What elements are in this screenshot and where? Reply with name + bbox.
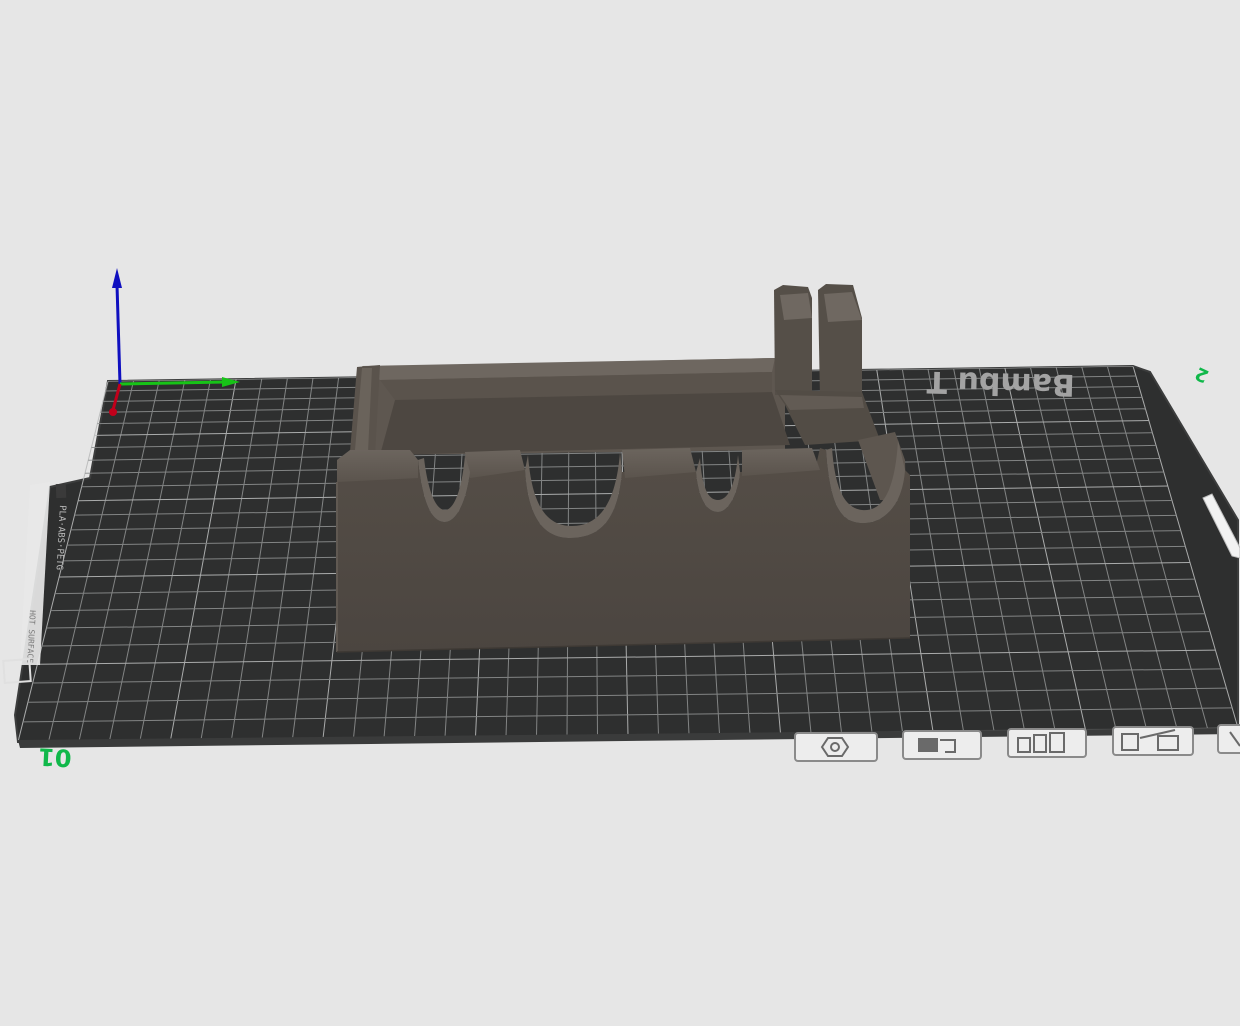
close-icon[interactable] [1217,724,1240,754]
z-axis [115,284,122,385]
x-axis-tip [109,408,117,416]
3d-viewport[interactable]: Bambu T 2 01 PLA·ABS·PETG HOT SURFACE [0,0,1240,1026]
bed-corner-number-front: 01 [37,742,72,772]
z-axis-arrow [112,268,122,288]
nut-icon[interactable] [794,732,878,762]
bed-corner-number-back: 2 [1192,362,1212,386]
arrange-icon[interactable] [1007,728,1087,758]
pick-icon[interactable] [902,730,982,760]
bed-brand-text: Bambu T [926,364,1075,402]
settings-icon[interactable] [1112,726,1194,756]
y-axis [119,380,226,386]
